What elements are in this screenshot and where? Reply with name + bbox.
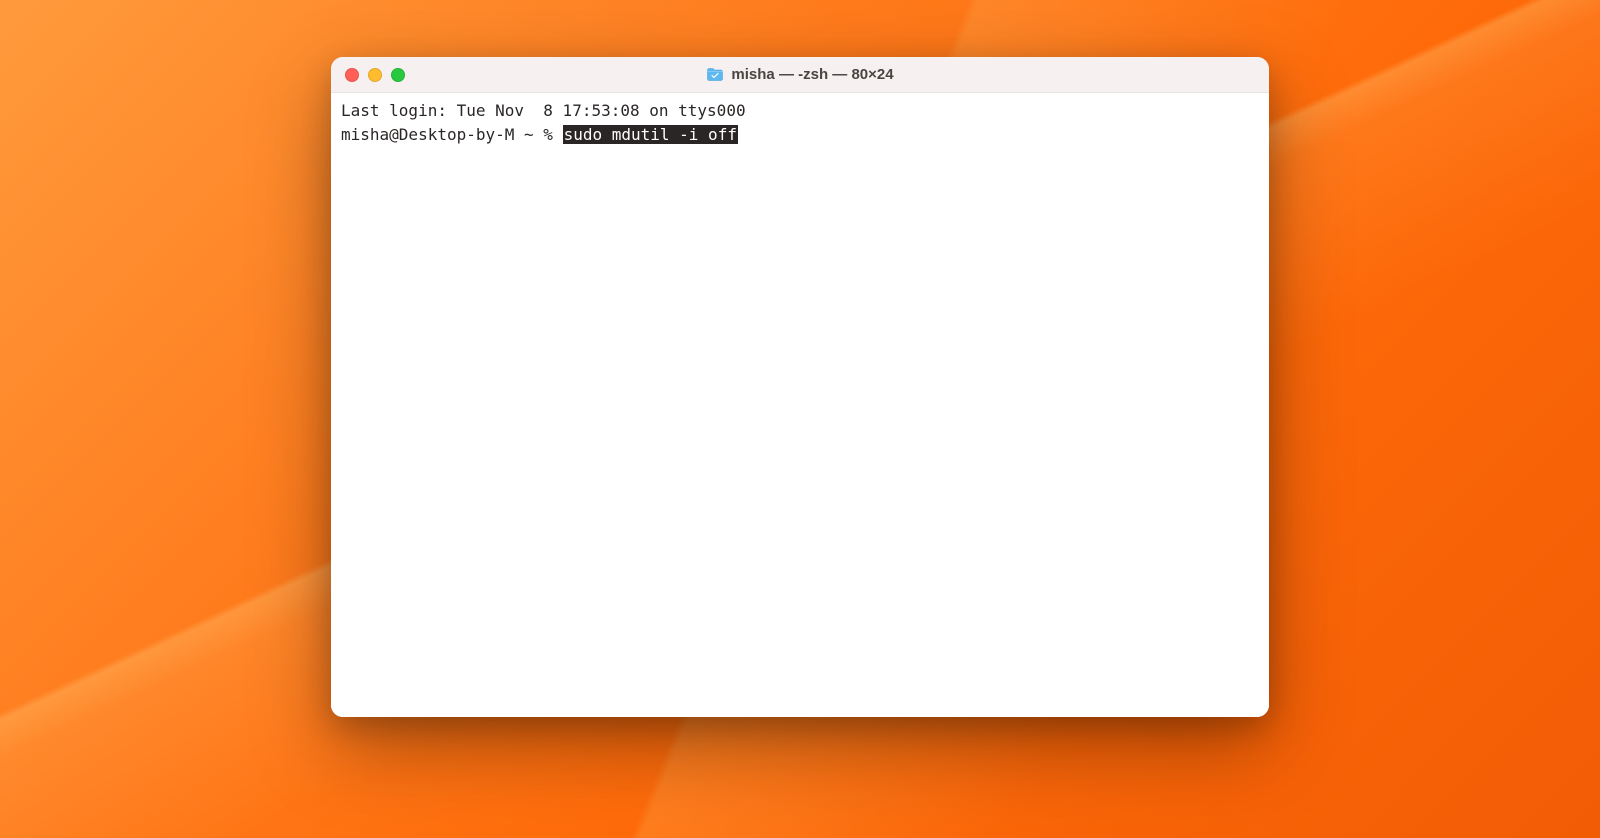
close-icon[interactable]: [345, 68, 359, 82]
traffic-lights: [345, 68, 405, 82]
folder-icon: [706, 67, 724, 82]
window-title: misha — -zsh — 80×24: [331, 66, 1269, 83]
minimize-icon[interactable]: [368, 68, 382, 82]
prompt-line: misha@Desktop-by-M ~ % sudo mdutil -i of…: [341, 123, 1259, 147]
last-login-line: Last login: Tue Nov 8 17:53:08 on ttys00…: [341, 99, 1259, 123]
command-text[interactable]: sudo mdutil -i off: [563, 125, 738, 144]
titlebar[interactable]: misha — -zsh — 80×24: [331, 57, 1269, 93]
prompt-text: misha@Desktop-by-M ~ %: [341, 125, 563, 144]
maximize-icon[interactable]: [391, 68, 405, 82]
window-title-text: misha — -zsh — 80×24: [731, 66, 893, 83]
terminal-window: misha — -zsh — 80×24 Last login: Tue Nov…: [331, 57, 1269, 717]
terminal-body[interactable]: Last login: Tue Nov 8 17:53:08 on ttys00…: [331, 93, 1269, 717]
